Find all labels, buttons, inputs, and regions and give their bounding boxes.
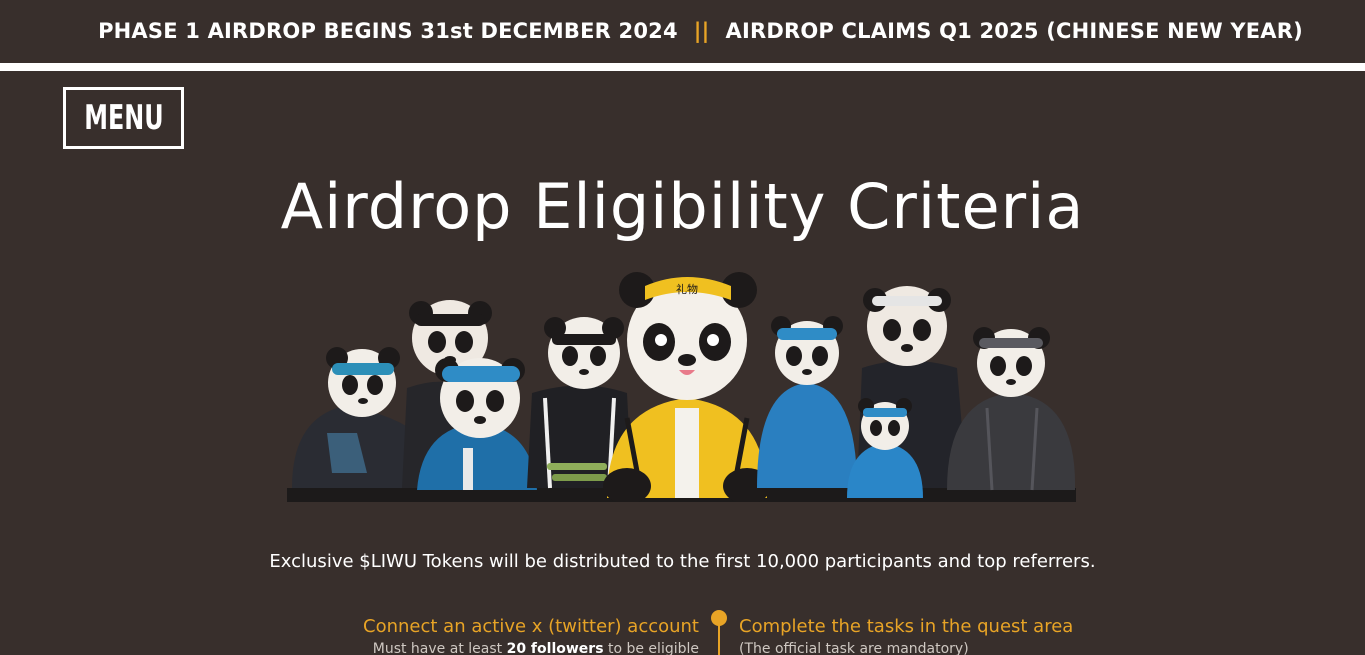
panda-figure: 礼物 [603,272,771,502]
criteria-description: Must have at least 20 followers to be el… [372,641,699,655]
menu-label: MENU [83,98,164,138]
criteria-item-quest-tasks: Complete the tasks in the quest area (Th… [739,616,1073,655]
panda-group-image: 礼物 [287,272,1076,502]
announcement-ticker: PHASE 1 AIRDROP BEGINS 31st DECEMBER 202… [0,0,1365,62]
page-subtitle: Exclusive $LIWU Tokens will be distribut… [269,551,1096,572]
criteria-description: (The official task are mandatory) [739,641,969,655]
criteria-heading: Complete the tasks in the quest area [739,616,1074,637]
panda-figure [947,327,1076,491]
followers-requirement: 20 followers [506,641,604,655]
criteria-timeline: Connect an active x (twitter) account Mu… [0,610,1365,655]
menu-button[interactable]: MENU [63,87,184,149]
timeline-line [718,624,720,655]
page-title: Airdrop Eligibility Criteria [280,170,1085,243]
criteria-item-connect-twitter: Connect an active x (twitter) account Mu… [363,616,699,655]
ticker-separator: || [693,19,710,43]
criteria-heading: Connect an active x (twitter) account [363,616,699,637]
ticker-right-text: AIRDROP CLAIMS Q1 2025 (CHINESE NEW YEAR… [725,19,1303,43]
svg-text:礼物: 礼物 [676,282,698,296]
ticker-left-text: PHASE 1 AIRDROP BEGINS 31st DECEMBER 202… [98,19,678,43]
panda-figure [757,316,857,488]
divider [0,63,1365,71]
